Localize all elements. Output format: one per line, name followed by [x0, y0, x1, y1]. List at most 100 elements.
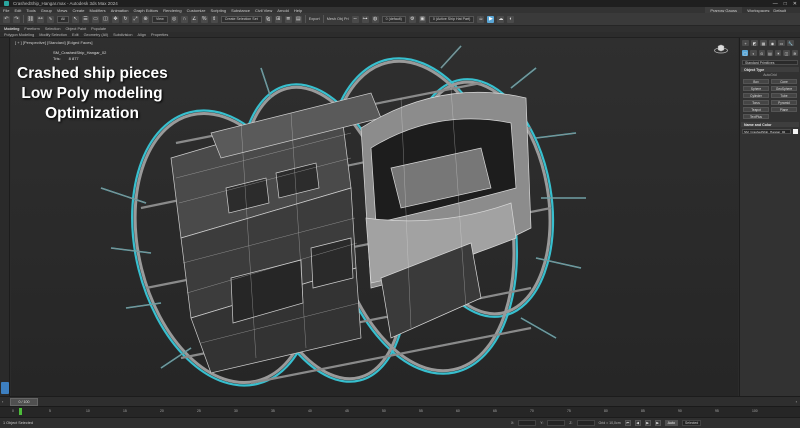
x-coord-field[interactable] [518, 420, 537, 426]
menu-create[interactable]: Create [72, 8, 84, 13]
bind-spacewarp-icon[interactable]: ∿ [47, 15, 54, 23]
scale-icon[interactable]: ⤢ [132, 15, 139, 23]
ribbon-tab-object-paint[interactable]: Object Paint [65, 27, 86, 31]
menu-customize[interactable]: Customize [187, 8, 206, 13]
z-coord-field[interactable] [576, 420, 595, 426]
curve-editor-icon[interactable]: ∼ [351, 15, 359, 23]
ribbon-tab-freeform[interactable]: Freeform [24, 27, 39, 31]
menu-group[interactable]: Group [41, 8, 52, 13]
auto-key-button[interactable]: Auto [664, 420, 679, 426]
menu-graph-editors[interactable]: Graph Editors [133, 8, 158, 13]
menu-substance[interactable]: Substance [231, 8, 250, 13]
time-slider-handle[interactable]: 0 / 100 [10, 398, 38, 406]
ribbon-tab-selection[interactable]: Selection [45, 27, 61, 31]
viewport-layout-tab[interactable] [1, 382, 9, 394]
cameras-icon[interactable]: ▤ [766, 50, 774, 56]
viewcube-icon[interactable] [714, 44, 728, 54]
select-by-name-icon[interactable]: ☰ [82, 15, 89, 23]
window-crossing-icon[interactable]: ◫ [102, 15, 109, 23]
geometry-icon[interactable]: ◯ [742, 50, 749, 56]
key-filter-dropdown[interactable]: Selected [682, 420, 702, 426]
next-frame-icon[interactable]: ▶ [654, 420, 661, 426]
menu-file[interactable]: File [3, 8, 9, 13]
shapes-icon[interactable]: ◐ [750, 50, 757, 56]
display-tab-icon[interactable]: ▭ [778, 40, 785, 46]
align-icon[interactable]: ⊞ [274, 15, 282, 23]
undo-icon[interactable]: ↶ [3, 15, 10, 23]
lights-icon[interactable]: ⊙ [758, 50, 765, 56]
motion-tab-icon[interactable]: ◉ [769, 40, 776, 46]
link-icon[interactable]: ⛓ [27, 15, 34, 23]
menu-rendering[interactable]: Rendering [163, 8, 181, 13]
prev-frame-icon[interactable]: ◀ [634, 420, 641, 426]
ribbon-tab-populate[interactable]: Populate [91, 27, 106, 31]
redo-icon[interactable]: ↷ [13, 15, 20, 23]
cone-button[interactable]: Cone [771, 79, 797, 84]
render-frame-icon[interactable]: ▣ [418, 15, 426, 23]
unlink-icon[interactable]: ⚯ [37, 15, 44, 23]
selection-filter-dropdown[interactable]: All [57, 15, 69, 23]
material-editor-icon[interactable]: ◍ [371, 15, 379, 23]
time-slider-prev-icon[interactable]: ‹ [2, 399, 3, 404]
layer-explorer-icon[interactable]: ≣ [284, 15, 292, 23]
menu-modifiers[interactable]: Modifiers [89, 8, 105, 13]
y-coord-field[interactable] [547, 420, 566, 426]
render-setup-icon[interactable]: ⚙ [408, 15, 416, 23]
rotate-icon[interactable]: ↻ [122, 15, 129, 23]
snap-icon[interactable]: ∩ [180, 15, 188, 23]
arnold-icon[interactable]: ◐ [507, 15, 515, 23]
percent-snap-icon[interactable]: % [200, 15, 208, 23]
play-icon[interactable]: ▶ [644, 420, 651, 426]
tube-button[interactable]: Tube [771, 93, 797, 98]
torus-button[interactable]: Torus [743, 100, 769, 105]
mirror-icon[interactable]: ⧎ [264, 15, 272, 23]
menu-tools[interactable]: Tools [26, 8, 35, 13]
rect-selection-icon[interactable]: ▭ [92, 15, 99, 23]
hierarchy-tab-icon[interactable]: ▦ [760, 40, 767, 46]
mesh-label[interactable]: Mesh Obj Pri [327, 17, 349, 21]
export-label[interactable]: Export [309, 17, 320, 21]
cylinder-button[interactable]: Cylinder [743, 93, 769, 98]
render-preset-dropdown[interactable]: 0 (Active Ship Hat Part) [428, 15, 475, 23]
app-icon[interactable] [4, 1, 9, 6]
ribbon-panel-polygon-modeling[interactable]: Polygon Modeling [4, 33, 34, 37]
viewport-label[interactable]: [ + ] [Perspective] [Standard] [Edged Fa… [15, 40, 93, 45]
ribbon-panel-edit[interactable]: Edit [72, 33, 79, 37]
utilities-tab-icon[interactable]: 🔧 [787, 40, 794, 46]
place-icon[interactable]: ⊕ [142, 15, 149, 23]
layer-dropdown[interactable]: 0 (default) [381, 15, 406, 23]
scene-explorer-icon[interactable]: ▤ [294, 15, 302, 23]
render-active-icon[interactable]: ▶ [487, 15, 495, 23]
geosphere-button[interactable]: GeoSphere [771, 86, 797, 91]
modify-tab-icon[interactable]: ◩ [751, 40, 758, 46]
time-slider-next-icon[interactable]: › [796, 399, 797, 404]
move-icon[interactable]: ✥ [112, 15, 119, 23]
select-object-icon[interactable]: ↖ [72, 15, 79, 23]
ribbon-panel-properties[interactable]: Properties [151, 33, 168, 37]
menu-help[interactable]: Help [294, 8, 302, 13]
perspective-viewport[interactable]: [ + ] [Perspective] [Standard] [Edged Fa… [11, 38, 738, 396]
menu-scripting[interactable]: Scripting [211, 8, 227, 13]
box-button[interactable]: Box [743, 79, 769, 84]
menu-views[interactable]: Views [57, 8, 68, 13]
object-color-swatch[interactable] [793, 129, 798, 134]
ribbon-tab-modeling[interactable]: Modeling [4, 27, 19, 31]
ribbon-panel-modify-selection[interactable]: Modify Selection [39, 33, 67, 37]
teapot-button[interactable]: Teapot [743, 107, 769, 112]
schematic-icon[interactable]: ⊶ [361, 15, 369, 23]
sphere-button[interactable]: Sphere [743, 86, 769, 91]
create-tab-icon[interactable]: + [742, 40, 749, 46]
helpers-icon[interactable]: ☀ [775, 50, 782, 56]
menu-edit[interactable]: Edit [14, 8, 21, 13]
keyframe-marker[interactable] [19, 408, 22, 415]
object-name-field[interactable]: SM_CrashedShip_Hangar_02 [742, 129, 791, 134]
track-bar[interactable]: 0 5 10 15 20 25 30 35 40 45 50 55 60 65 … [0, 406, 800, 417]
render-icon[interactable]: ☕ [477, 15, 485, 23]
primitive-category-dropdown[interactable]: Standard Primitives [742, 60, 798, 65]
angle-snap-icon[interactable]: ∠ [190, 15, 198, 23]
ribbon-panel-subdivision[interactable]: Subdivision [113, 33, 132, 37]
systems-icon[interactable]: ≋ [791, 50, 798, 56]
spacewarps-icon[interactable]: ◫ [783, 50, 790, 56]
reference-coord-dropdown[interactable]: View [152, 15, 168, 23]
menu-civil-view[interactable]: Civil View [255, 8, 272, 13]
